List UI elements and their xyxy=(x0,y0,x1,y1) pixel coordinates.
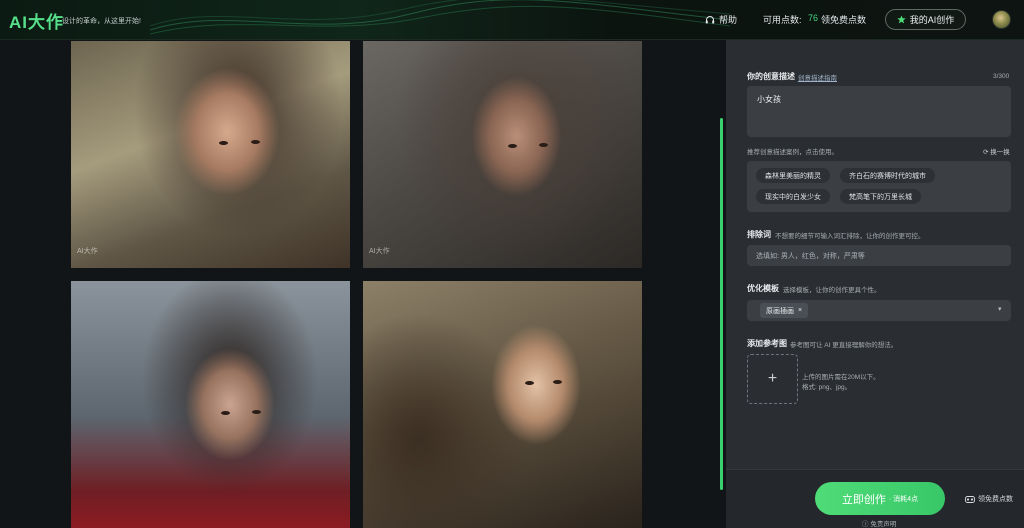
reference-hint: 参考图可让 AI 更直接理解你的想法。 xyxy=(790,342,898,349)
my-works-button[interactable]: 我的AI创作 xyxy=(885,9,966,30)
template-label: 优化模板 xyxy=(747,284,779,293)
avatar[interactable] xyxy=(992,10,1011,29)
exclude-label: 排除词 xyxy=(747,230,771,239)
create-label: 立即创作 xyxy=(841,493,886,506)
headset-icon xyxy=(705,15,715,23)
top-bar: AI大作 设计的革命，从这里开始! 帮助 可用点数: 76 领免费点数 我的AI… xyxy=(0,0,1024,40)
free-points-link[interactable]: 领免费点数 xyxy=(821,13,866,26)
exclude-hint: 不想要的细节可输入词汇排除，让你的创作更可控。 xyxy=(775,233,925,240)
disclaimer-label: 免责声明 xyxy=(870,521,897,528)
points-label: 可用点数: xyxy=(763,15,802,25)
template-tag[interactable]: 原画插画 × xyxy=(760,303,809,318)
suggestion-chip[interactable]: 梵高笔下的万里长城 xyxy=(840,189,921,204)
image-watermark: AI大作 xyxy=(369,248,390,255)
disclaimer-link[interactable]: ⓘ 免责声明 xyxy=(862,518,896,528)
help-link[interactable]: 帮助 xyxy=(705,13,737,26)
refresh-label: 换一换 xyxy=(990,149,1010,156)
generated-image-1[interactable]: AI大作 xyxy=(71,41,350,268)
description-textarea[interactable]: 小女孩 xyxy=(747,86,1011,137)
my-works-label: 我的AI创作 xyxy=(909,15,955,25)
refresh-icon: ⟳ xyxy=(983,149,989,156)
decorative-waves xyxy=(150,0,730,35)
char-counter: 3/300 xyxy=(993,73,1010,80)
upload-size-note: 上传的图片需在20M以下。 xyxy=(802,374,880,381)
info-icon: ⓘ xyxy=(862,521,869,528)
generated-image-3[interactable] xyxy=(71,281,350,528)
generated-image-4[interactable] xyxy=(363,281,642,528)
chevron-down-icon[interactable]: ▾ xyxy=(998,305,1002,313)
slogan: 设计的革命，从这里开始! xyxy=(62,18,141,25)
create-button[interactable]: 立即创作 · 消耗4点 xyxy=(815,482,945,515)
suggestion-hint: 推荐创意描述案例，点击使用。 xyxy=(747,149,838,156)
exclude-input[interactable]: 选填如: 男人，红色，对称，严肃等 xyxy=(747,245,1011,266)
suggestion-chip[interactable]: 齐白石的赛博时代的城市 xyxy=(840,168,935,183)
suggestion-chip[interactable]: 森林里美丽的精灵 xyxy=(756,168,830,183)
star-icon xyxy=(897,15,906,24)
logo[interactable]: AI大作 xyxy=(9,8,64,33)
image-watermark: AI大作 xyxy=(77,248,98,255)
description-label: 你的创意描述 xyxy=(747,72,795,81)
plus-icon: + xyxy=(767,370,778,387)
description-guide-link[interactable]: 创意描述指南 xyxy=(798,72,837,82)
close-icon[interactable]: × xyxy=(798,307,802,314)
generated-image-2[interactable]: AI大作 xyxy=(363,41,642,268)
template-tag-label: 原画插画 xyxy=(766,307,794,315)
reference-label: 添加参考图 xyxy=(747,339,787,348)
points-value: 76 xyxy=(808,13,819,23)
create-cost: · 消耗4点 xyxy=(888,495,919,503)
template-hint: 选择模板，让你的创作更具个性。 xyxy=(783,287,881,294)
free-points-footer-link[interactable]: 领免费点数 xyxy=(965,494,1013,504)
upload-format-note: 格式: png、jpg。 xyxy=(802,384,852,391)
suggestion-chip[interactable]: 现实中的白发少女 xyxy=(756,189,830,204)
free-points-footer-label: 领免费点数 xyxy=(978,496,1013,503)
gallery-scrollbar[interactable] xyxy=(720,118,723,490)
help-label: 帮助 xyxy=(719,15,738,25)
vr-headset-icon xyxy=(965,495,975,503)
refresh-suggestions-button[interactable]: ⟳ 换一换 xyxy=(983,146,1010,156)
upload-reference-button[interactable]: + xyxy=(747,354,798,404)
